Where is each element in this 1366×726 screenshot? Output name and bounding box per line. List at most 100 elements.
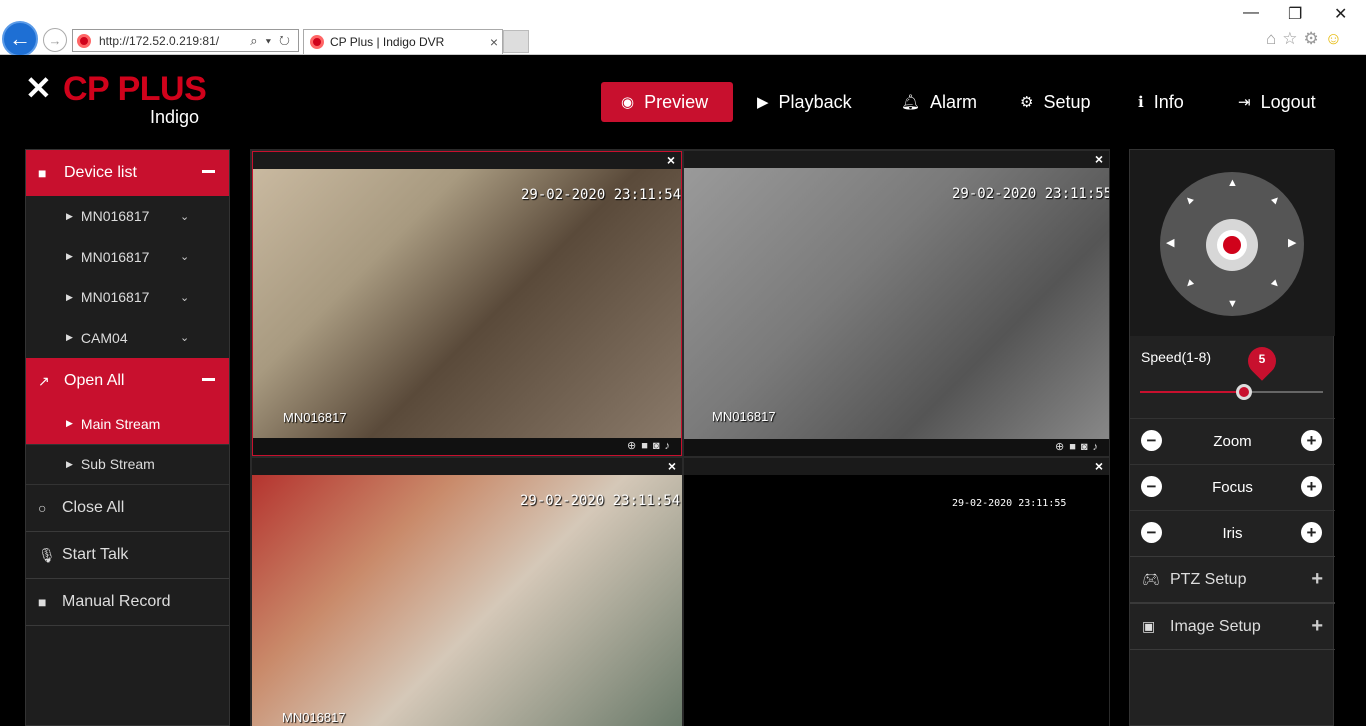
tile-toolbar: ⊕■◙♪: [684, 439, 1109, 456]
video-tile[interactable]: × 29-02-2020 23:11:55 MN016817 ⊕■◙♪: [684, 151, 1109, 456]
collapse-icon[interactable]: [202, 170, 215, 173]
nav-preview[interactable]: ◉ Preview: [601, 82, 733, 122]
close-all-label: Close All: [62, 499, 125, 516]
nav-alarm[interactable]: 🔔︎ Alarm: [901, 82, 977, 122]
focus-plus-button[interactable]: +: [1301, 476, 1322, 497]
device-item[interactable]: ▶ MN016817 ⌄: [26, 277, 229, 318]
close-icon[interactable]: ×: [667, 152, 675, 168]
iris-plus-button[interactable]: +: [1301, 522, 1322, 543]
external-link-icon: ↗: [38, 372, 50, 389]
home-icon[interactable]: ⌂: [1266, 29, 1282, 48]
video-camera-icon: ■: [38, 594, 47, 610]
expand-arrow-icon: ▶: [66, 210, 73, 221]
nav-alarm-label: Alarm: [930, 91, 978, 112]
tile-header: [252, 458, 682, 475]
arrow-right-icon[interactable]: ▶: [1288, 236, 1296, 249]
browser-tab[interactable]: CP Plus | Indigo DVR ×: [303, 29, 503, 54]
nav-setup-label: Setup: [1043, 91, 1091, 112]
snapshot-icon[interactable]: ◙: [1081, 441, 1093, 453]
close-icon[interactable]: ×: [1095, 458, 1103, 474]
gear-icon: ⚙: [1020, 94, 1034, 111]
manual-record-button[interactable]: ■ Manual Record: [26, 579, 229, 626]
settings-gear-icon[interactable]: ⚙: [1304, 29, 1325, 48]
microphone-icon: 🎙︎: [38, 546, 56, 563]
video-tile[interactable]: × 29-02-2020 23:11:54 MN016817: [252, 458, 682, 726]
video-tile[interactable]: × 29-02-2020 23:11:54 MN016817 ⊕■◙♪: [252, 151, 682, 456]
record-icon[interactable]: ■: [1069, 441, 1081, 453]
open-all-header[interactable]: ↗ Open All: [26, 358, 229, 404]
close-icon[interactable]: ×: [668, 458, 676, 474]
audio-icon[interactable]: ♪: [665, 440, 676, 452]
address-actions[interactable]: ⌕▾↻: [250, 33, 298, 49]
restore-button[interactable]: ❐: [1288, 4, 1302, 24]
speed-slider-fill: [1140, 391, 1245, 393]
minimize-button[interactable]: —: [1243, 4, 1259, 22]
main-stream-option[interactable]: ▶ Main Stream: [26, 404, 229, 445]
video-grid: × 29-02-2020 23:11:54 MN016817 ⊕■◙♪ × 29…: [250, 149, 1110, 726]
chevron-down-icon[interactable]: ⌄: [180, 331, 189, 344]
arrow-up-icon[interactable]: ▲: [1227, 177, 1238, 189]
close-all-button[interactable]: ○ Close All: [26, 485, 229, 532]
arrow-down-icon[interactable]: ▼: [1227, 298, 1238, 310]
nav-setup[interactable]: ⚙ Setup: [1020, 82, 1091, 122]
speed-value: 5: [1258, 352, 1266, 366]
chevron-down-icon[interactable]: ⌄: [180, 291, 189, 304]
camera-name: MN016817: [282, 710, 346, 725]
collapse-icon[interactable]: [202, 378, 215, 381]
new-tab-button[interactable]: [503, 30, 529, 53]
favorites-star-icon[interactable]: ☆: [1282, 29, 1303, 48]
logo-brand: CP PLUS: [63, 70, 207, 108]
nav-playback[interactable]: ▶ Playback: [757, 82, 852, 122]
speed-slider[interactable]: [1140, 384, 1323, 400]
expand-plus-icon[interactable]: +: [1311, 568, 1323, 591]
audio-icon[interactable]: ♪: [1093, 441, 1104, 453]
record-icon[interactable]: ■: [641, 440, 653, 452]
device-list-header[interactable]: ■ Device list: [26, 150, 229, 196]
back-button[interactable]: ←: [2, 21, 38, 57]
ptz-setup-row[interactable]: 🎮︎ PTZ Setup +: [1130, 556, 1335, 603]
circle-icon: ○: [38, 500, 47, 516]
speed-slider-handle[interactable]: [1236, 384, 1253, 400]
browser-tools: ⌂☆⚙☺: [1266, 29, 1348, 49]
chevron-down-icon[interactable]: ⌄: [180, 210, 189, 223]
nav-logout-label: Logout: [1260, 91, 1316, 112]
timestamp: 29-02-2020 23:11:55: [952, 498, 1067, 509]
zoom-icon[interactable]: ⊕: [1055, 441, 1069, 453]
expand-arrow-icon: ▶: [66, 291, 73, 302]
address-text[interactable]: http://172.52.0.219:81/: [99, 34, 246, 48]
arrow-left-icon[interactable]: ◀: [1166, 236, 1174, 249]
tile-header: [253, 152, 681, 169]
expand-plus-icon[interactable]: +: [1311, 615, 1323, 638]
camera-feed: [253, 169, 681, 440]
close-window-button[interactable]: ✕: [1334, 4, 1347, 24]
image-setup-label: Image Setup: [1170, 617, 1261, 635]
device-name: CAM04: [80, 329, 128, 346]
tile-header: [684, 151, 1109, 168]
logout-icon: ⇥: [1238, 94, 1251, 111]
zoom-control: − Zoom +: [1130, 418, 1335, 464]
video-tile[interactable]: × 29-02-2020 23:11:55: [684, 458, 1109, 726]
feedback-smiley-icon[interactable]: ☺: [1325, 29, 1348, 48]
chevron-down-icon[interactable]: ⌄: [180, 250, 189, 263]
nav-logout[interactable]: ⇥ Logout: [1238, 82, 1316, 122]
image-setup-row[interactable]: ▣ Image Setup +: [1130, 603, 1335, 650]
ptz-center-button[interactable]: [1206, 219, 1258, 271]
start-talk-button[interactable]: 🎙︎ Start Talk: [26, 532, 229, 579]
focus-control: − Focus +: [1130, 464, 1335, 510]
site-favicon-icon: [77, 33, 91, 48]
sub-stream-option[interactable]: ▶ Sub Stream: [26, 445, 229, 485]
device-item[interactable]: ▶ MN016817 ⌄: [26, 237, 229, 278]
tab-close-icon[interactable]: ×: [490, 34, 498, 50]
iris-control: − Iris +: [1130, 510, 1335, 556]
snapshot-icon[interactable]: ◙: [653, 440, 665, 452]
device-item[interactable]: ▶ CAM04 ⌄: [26, 318, 229, 359]
address-bar[interactable]: http://172.52.0.219:81/ ⌕▾↻: [72, 29, 299, 52]
nav-info[interactable]: ℹ Info: [1138, 82, 1184, 122]
nav-preview-label: Preview: [644, 91, 709, 112]
forward-button[interactable]: →: [43, 28, 67, 52]
zoom-in-button[interactable]: +: [1301, 430, 1322, 451]
image-icon: ▣: [1142, 618, 1156, 634]
device-item[interactable]: ▶ MN016817 ⌄: [26, 196, 229, 237]
zoom-icon[interactable]: ⊕: [627, 440, 641, 452]
close-icon[interactable]: ×: [1095, 151, 1103, 167]
